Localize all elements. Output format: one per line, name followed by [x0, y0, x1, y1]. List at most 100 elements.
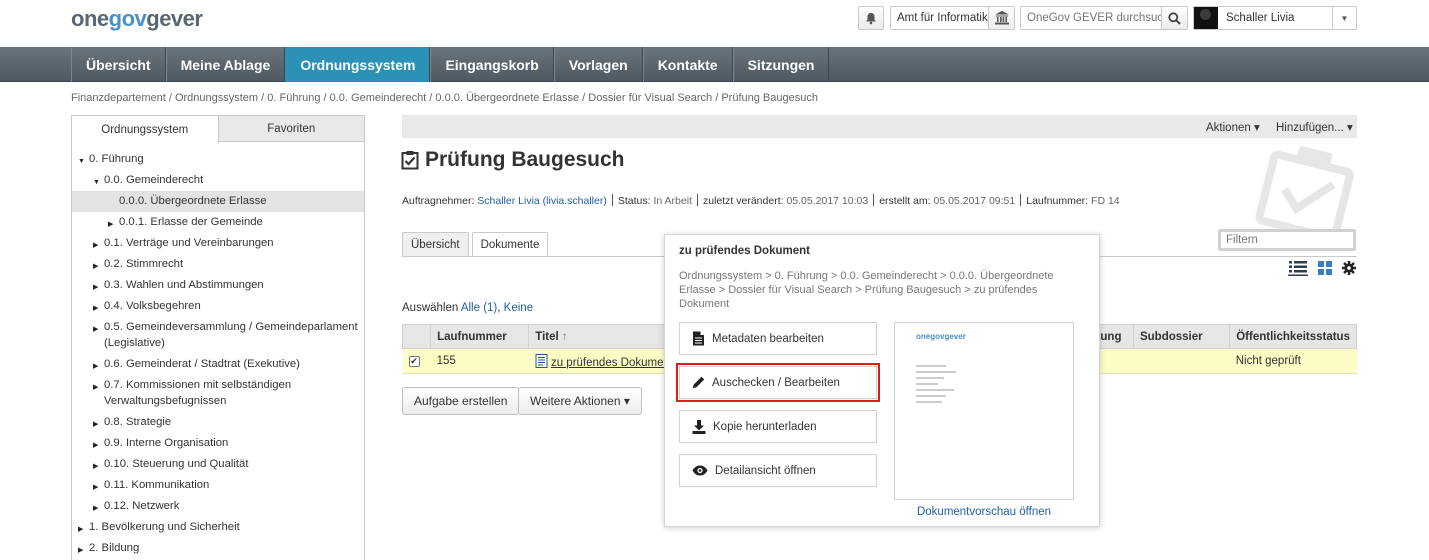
- tree-node[interactable]: ▶ 0.12. Netzwerk: [72, 496, 364, 517]
- nav-item-kontakte[interactable]: Kontakte: [642, 47, 733, 82]
- tree-node[interactable]: ▶ 1. Bevölkerung und Sicherheit: [72, 517, 364, 538]
- row-checkbox[interactable]: ✔: [408, 356, 420, 367]
- nav-item-ordnungssystem[interactable]: Ordnungssystem: [285, 47, 431, 82]
- caret-right-icon[interactable]: ▶: [93, 380, 98, 396]
- caret-right-icon[interactable]: ▶: [108, 217, 113, 233]
- tree-node[interactable]: ▶ 0.2. Stimmrecht: [72, 254, 364, 275]
- tree-node-label: 0.3. Wahlen und Abstimmungen: [104, 279, 264, 291]
- caret-right-icon[interactable]: ▶: [78, 522, 83, 538]
- laufnummer-value: FD 14: [1091, 195, 1120, 207]
- content-tabs: Übersicht Dokumente: [402, 232, 551, 257]
- repository-tree: ▼ 0. Führung ▼ 0.0. Gemeinderecht 0.0.0. Übe…: [72, 142, 364, 559]
- page-title-row: Prüfung Baugesuch: [401, 148, 625, 172]
- avatar: [1194, 7, 1218, 29]
- column-header-oeffentlichkeitsstatus[interactable]: Öffentlichkeitsstatus: [1229, 324, 1357, 349]
- caret-right-icon[interactable]: ▶: [93, 438, 98, 454]
- caret-right-icon[interactable]: ▶: [93, 417, 98, 433]
- tree-node[interactable]: ▼ 0.0. Gemeinderecht: [72, 170, 364, 191]
- nav-item-meine-ablage[interactable]: Meine Ablage: [165, 47, 286, 82]
- tree-node[interactable]: ▶ 0.6. Gemeinderat / Stadtrat (Exekutive): [72, 354, 364, 375]
- download-icon: [692, 419, 706, 434]
- selection-bar: Auswählen Alle (1), Keine: [402, 302, 533, 314]
- tree-node[interactable]: ▶ 0.5. Gemeindeversammlung / Gemeindeparl…: [72, 317, 364, 354]
- tree-node[interactable]: ▼ 0. Führung: [72, 149, 364, 170]
- select-none-link[interactable]: Keine: [504, 302, 533, 314]
- open-detail-view-button[interactable]: Detailansicht öffnen: [679, 454, 877, 487]
- filter-input[interactable]: [1221, 232, 1353, 248]
- sidebar-tab-ordnungssystem[interactable]: Ordnungssystem: [72, 116, 219, 143]
- nav-item-sitzungen[interactable]: Sitzungen: [732, 47, 830, 82]
- grid-view-icon[interactable]: [1318, 261, 1332, 275]
- meta-label: Laufnummer:: [1026, 195, 1089, 207]
- tree-node[interactable]: ▶ 0.9. Interne Organisation: [72, 433, 364, 454]
- nav-item-eingangskorb[interactable]: Eingangskorb: [430, 47, 554, 82]
- aktionen-menu[interactable]: Aktionen ▾: [1206, 120, 1260, 134]
- create-task-button[interactable]: Aufgabe erstellen: [402, 387, 520, 415]
- caret-right-icon[interactable]: ▶: [93, 301, 98, 317]
- notifications-button[interactable]: [858, 6, 884, 30]
- word-document-icon: [535, 353, 548, 368]
- breadcrumb[interactable]: Finanzdepartement / Ordnungssystem / 0. …: [71, 92, 818, 104]
- meta-label: erstellt am:: [879, 195, 931, 207]
- gear-icon[interactable]: [1342, 261, 1356, 275]
- org-unit-selector[interactable]: Amt für Informatik: [890, 6, 1015, 30]
- auftragnehmer-link[interactable]: Schaller Livia (livia.schaller): [477, 195, 607, 207]
- tab-uebersicht[interactable]: Übersicht: [402, 232, 469, 256]
- search-input[interactable]: [1021, 7, 1161, 29]
- caret-right-icon[interactable]: ▶: [93, 480, 98, 496]
- caret-right-icon[interactable]: ▶: [93, 359, 98, 375]
- document-preview-thumbnail[interactable]: onegovgever: [894, 322, 1074, 500]
- sidebar-tab-favoriten[interactable]: Favoriten: [218, 116, 364, 141]
- tree-node[interactable]: ▶ 0.11. Kommunikation: [72, 475, 364, 496]
- tree-node-label: 0.10. Steuerung und Qualität: [104, 458, 249, 470]
- onegov-logo[interactable]: onegovgever: [71, 6, 203, 32]
- hinzufuegen-menu[interactable]: Hinzufügen... ▾: [1276, 120, 1353, 134]
- download-copy-button[interactable]: Kopie herunterladen: [679, 410, 877, 443]
- document-icon: [693, 331, 704, 346]
- nav-item-vorlagen[interactable]: Vorlagen: [553, 47, 643, 82]
- document-title-link[interactable]: zu prüfendes Dokument: [551, 357, 673, 369]
- tree-node[interactable]: ▶ 0.7. Kommissionen mit selbständigen Ver…: [72, 375, 364, 412]
- caret-right-icon[interactable]: ▶: [93, 459, 98, 475]
- checkout-edit-button[interactable]: Auschecken / Bearbeiten: [676, 363, 880, 402]
- tree-node-label: 0.7. Kommissionen mit selbständigen Verw…: [104, 379, 292, 407]
- caret-right-icon[interactable]: ▶: [93, 501, 98, 517]
- tree-node[interactable]: ▶ 0.4. Volksbegehren: [72, 296, 364, 317]
- tree-node[interactable]: ▶ 2. Bildung: [72, 538, 364, 559]
- popover-title: zu prüfendes Dokument: [679, 245, 810, 257]
- tree-node[interactable]: ▶ 0.10. Steuerung und Qualität: [72, 454, 364, 475]
- select-all-link[interactable]: Alle (1): [461, 302, 497, 314]
- caret-right-icon[interactable]: ▶: [93, 259, 98, 275]
- search-button[interactable]: [1161, 7, 1187, 29]
- caret-right-icon[interactable]: ▶: [93, 280, 98, 296]
- tree-node-label: 0.12. Netzwerk: [104, 500, 180, 512]
- open-preview-link[interactable]: Dokumentvorschau öffnen: [894, 506, 1074, 518]
- tree-node[interactable]: ▶ 0.0.1. Erlasse der Gemeinde: [72, 212, 364, 233]
- tree-node-label: 2. Bildung: [89, 542, 140, 554]
- task-icon: [401, 151, 419, 170]
- user-menu[interactable]: Schaller Livia ▼: [1193, 6, 1357, 30]
- tree-node[interactable]: ▶ 0.8. Strategie: [72, 412, 364, 433]
- preview-logo: onegovgever: [916, 332, 966, 341]
- tree-node[interactable]: ▶ 0.1. Verträge und Vereinbarungen: [72, 233, 364, 254]
- action-bar: Aktionen ▾ Hinzufügen... ▾: [402, 115, 1357, 138]
- open-detail-view-label: Detailansicht öffnen: [715, 464, 816, 477]
- column-header-subdossier[interactable]: Subdossier: [1132, 324, 1231, 349]
- caret-right-icon[interactable]: ▶: [93, 238, 98, 254]
- caret-right-icon[interactable]: ▶: [93, 322, 98, 338]
- nav-item-uebersicht[interactable]: Übersicht: [71, 47, 166, 82]
- caret-down-icon[interactable]: ▼: [78, 154, 85, 170]
- user-name: Schaller Livia: [1226, 12, 1295, 24]
- tree-node-label: 0.8. Strategie: [104, 416, 172, 428]
- tree-node[interactable]: 0.0.0. Übergeordnete Erlasse: [72, 191, 364, 212]
- caret-down-icon[interactable]: ▼: [93, 175, 100, 191]
- caret-right-icon[interactable]: ▶: [78, 543, 83, 559]
- tab-dokumente[interactable]: Dokumente: [471, 232, 549, 257]
- list-view-icon[interactable]: [1288, 260, 1308, 276]
- edit-metadata-button[interactable]: Metadaten bearbeiten: [679, 322, 877, 355]
- checkout-edit-label: Auschecken / Bearbeiten: [712, 376, 840, 389]
- tree-node[interactable]: ▶ 0.3. Wahlen und Abstimmungen: [72, 275, 364, 296]
- column-header-laufnummer[interactable]: Laufnummer: [430, 324, 530, 349]
- more-actions-button[interactable]: Weitere Aktionen ▾: [518, 387, 642, 415]
- task-watermark-icon: [1255, 146, 1354, 240]
